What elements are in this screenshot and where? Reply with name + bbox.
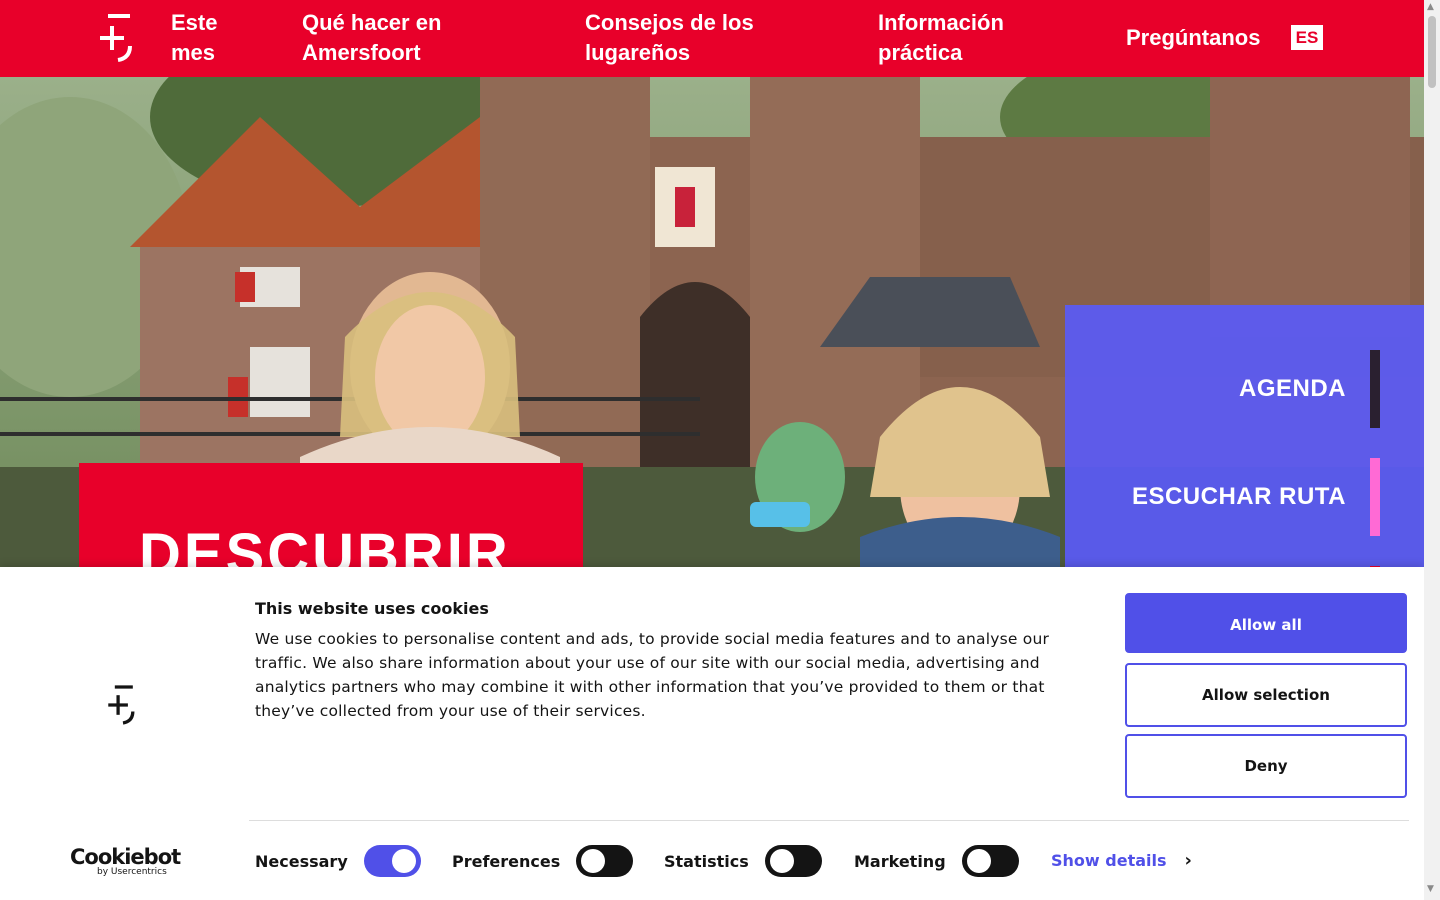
toggle-marketing[interactable] [961, 845, 1019, 877]
nav-label-line2: mes [171, 40, 216, 65]
toggle-statistics[interactable] [764, 845, 822, 877]
cookie-description: We use cookies to personalise content an… [255, 630, 1050, 720]
toggle-label-necessary[interactable]: Necessary [255, 852, 348, 871]
toggle-marketing-group: Marketing [854, 844, 1019, 878]
toggle-statistics-group: Statistics [664, 844, 822, 878]
scrollbar-thumb[interactable] [1428, 16, 1436, 88]
nav-item-preguntanos[interactable]: Pregúntanos [1126, 23, 1260, 53]
nav-label-line2: Amersfoort [302, 40, 421, 65]
nav-label-line1: Consejos de los [585, 10, 754, 35]
nav-item-este-mes[interactable]: Este mes [171, 8, 217, 68]
toggle-necessary[interactable] [363, 845, 421, 877]
toggle-preferences[interactable] [576, 845, 634, 877]
allow-all-button[interactable]: Allow all [1125, 593, 1407, 653]
quick-link-agenda[interactable]: AGENDA [1239, 375, 1346, 403]
hero-title-box: DESCUBRIR [79, 463, 583, 567]
amersfoort-logo-icon[interactable] [96, 12, 140, 64]
nav-item-consejos[interactable]: Consejos de los lugareños [585, 8, 754, 68]
nav-label-line2: práctica [878, 40, 963, 65]
quick-link-escuchar-ruta[interactable]: ESCUCHAR RUTA [1132, 483, 1346, 511]
toggle-label-preferences[interactable]: Preferences [452, 852, 560, 871]
nav-item-informacion[interactable]: Información práctica [878, 8, 1004, 68]
language-switcher[interactable]: ES [1291, 25, 1323, 50]
escuchar-ruta-accent-bar [1370, 458, 1380, 536]
toggle-preferences-group: Preferences [452, 844, 634, 878]
nav-label-line2: lugareños [585, 40, 691, 65]
nav-item-que-hacer[interactable]: Qué hacer en Amersfoort [302, 8, 441, 68]
hero-title: DESCUBRIR [139, 522, 511, 567]
scroll-down-icon[interactable]: ▼ [1427, 884, 1434, 894]
toggle-label-statistics[interactable]: Statistics [664, 852, 749, 871]
hero-section: DESCUBRIR AGENDA ESCUCHAR RUTA [0, 77, 1424, 567]
cookie-title: This website uses cookies [255, 599, 489, 618]
agenda-accent-bar [1370, 350, 1380, 428]
allow-selection-button[interactable]: Allow selection [1125, 663, 1407, 727]
nav-label-line1: Este [171, 10, 218, 35]
cookie-divider [249, 820, 1409, 821]
deny-button[interactable]: Deny [1125, 734, 1407, 798]
top-navigation: Este mes Qué hacer en Amersfoort Consejo… [0, 0, 1424, 77]
cookie-consent-banner: This website uses cookies We use cookies… [0, 567, 1424, 900]
scroll-up-icon[interactable]: ▲ [1427, 2, 1434, 12]
show-details-link[interactable]: Show details › [1051, 850, 1192, 871]
cookiebot-logo[interactable]: Cookiebot by Usercentrics [70, 845, 190, 877]
page-scrollbar[interactable]: ▲ ▼ [1424, 0, 1440, 900]
show-details-label: Show details [1051, 851, 1167, 870]
nav-label-line1: Información [878, 10, 1004, 35]
nav-label-line1: Qué hacer en [302, 10, 442, 35]
toggle-knob [391, 849, 416, 873]
toggle-label-marketing[interactable]: Marketing [854, 852, 946, 871]
toggle-knob [966, 849, 991, 873]
quick-links-panel: AGENDA ESCUCHAR RUTA [1065, 305, 1424, 567]
toggle-knob [581, 849, 606, 873]
chevron-right-icon: › [1184, 850, 1192, 871]
cookiebot-name: Cookiebot [70, 845, 181, 869]
amersfoort-logo-icon [108, 685, 135, 725]
toggle-knob [769, 849, 794, 873]
toggle-necessary-group: Necessary [255, 844, 421, 878]
